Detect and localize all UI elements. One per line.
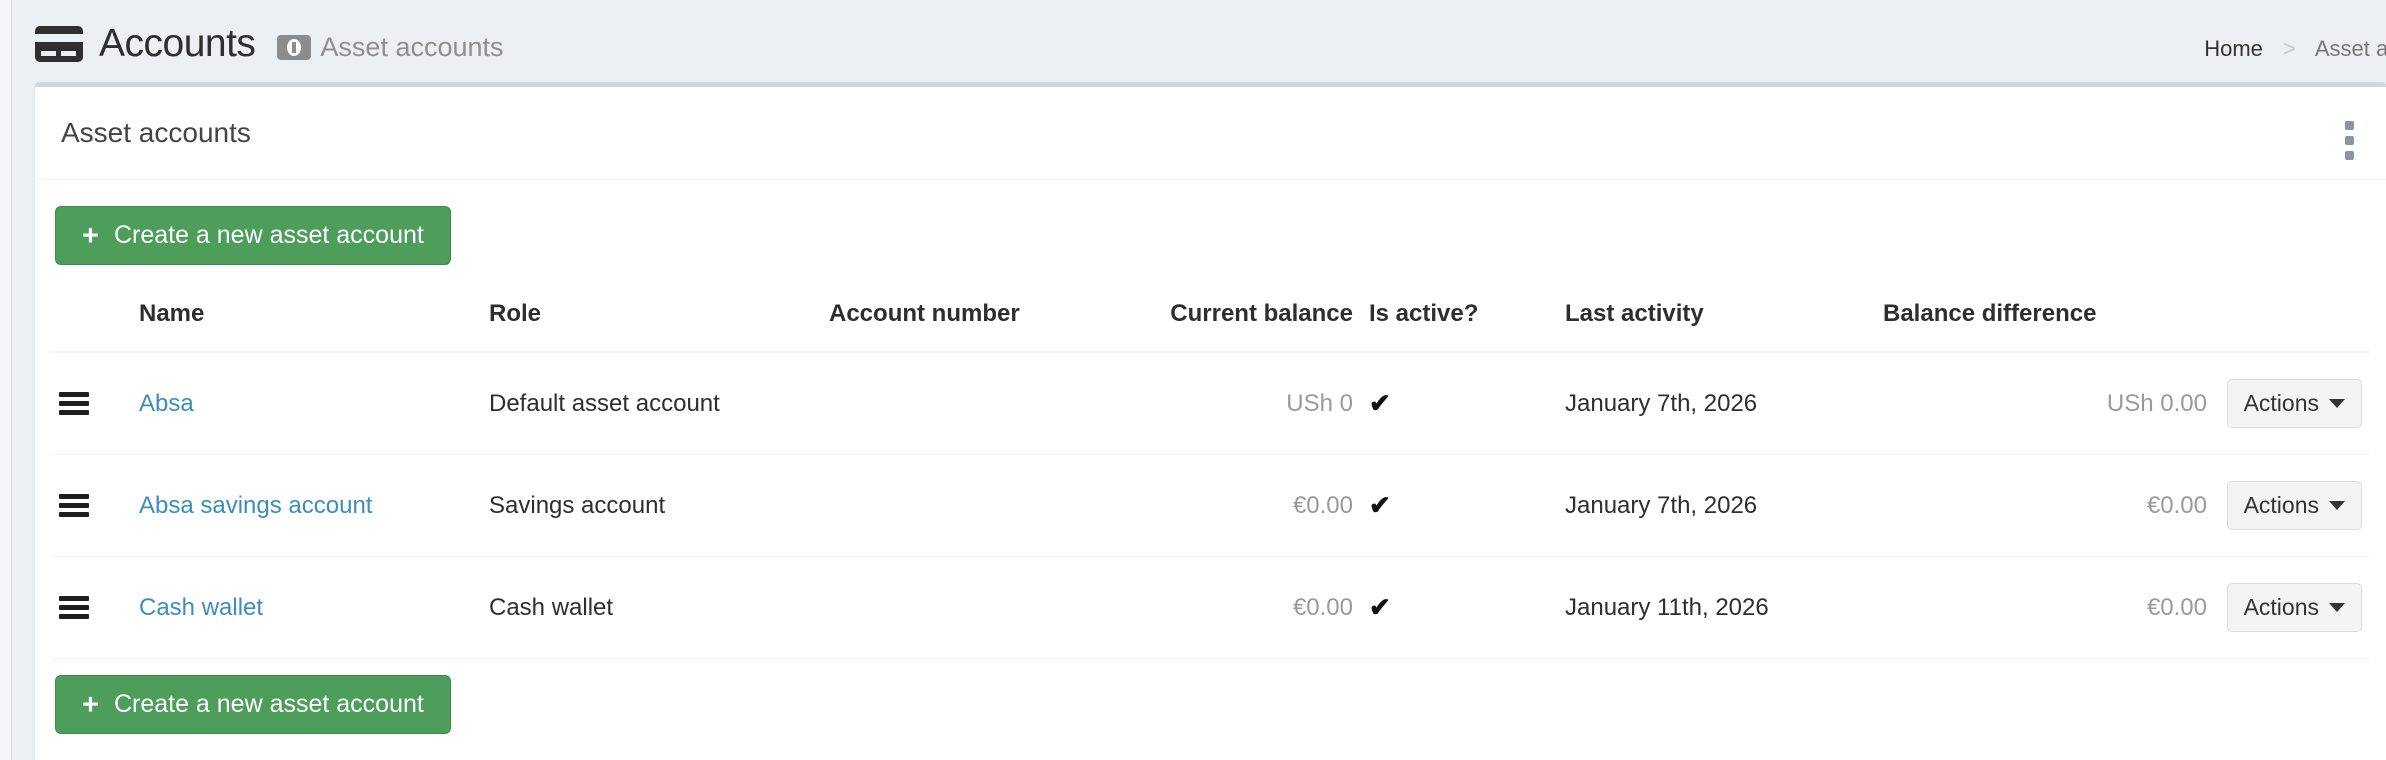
drag-cell <box>51 556 131 659</box>
table-header-row: Name Role Account number Current balance… <box>51 277 2370 353</box>
drag-cell <box>51 454 131 557</box>
column-header-role: Role <box>481 277 821 353</box>
page-title: Accounts <box>99 22 256 65</box>
is-active-cell: ✔ <box>1361 351 1557 455</box>
caret-down-icon <box>2329 501 2345 510</box>
asset-accounts-table: Name Role Account number Current balance… <box>51 277 2370 659</box>
breadcrumb-separator: > <box>2283 36 2296 61</box>
account-name-link[interactable]: Absa <box>139 390 194 417</box>
role-cell: Default asset account <box>481 351 821 455</box>
actions-button[interactable]: Actions <box>2226 379 2362 428</box>
actions-cell: Actions <box>2215 556 2370 659</box>
current-balance-cell: €0.00 <box>1151 454 1361 557</box>
column-header-account-number: Account number <box>821 277 1151 353</box>
name-cell: Absa savings account <box>131 454 481 557</box>
actions-button-label: Actions <box>2243 594 2319 620</box>
card-title: Asset accounts <box>61 117 251 148</box>
account-name-link[interactable]: Cash wallet <box>139 594 263 621</box>
table-row: Absa Default asset account USh 0 ✔ Janua… <box>51 351 2370 455</box>
last-activity-cell: January 11th, 2026 <box>1557 556 1875 659</box>
caret-down-icon <box>2329 399 2345 408</box>
column-header-last-activity: Last activity <box>1557 277 1875 353</box>
check-icon: ✔ <box>1369 490 1391 520</box>
card-header: Asset accounts <box>35 87 2386 180</box>
table-body: Absa Default asset account USh 0 ✔ Janua… <box>51 351 2370 659</box>
plus-icon: + <box>82 219 99 252</box>
current-balance-cell: USh 0 <box>1151 351 1361 455</box>
role-cell: Cash wallet <box>481 556 821 659</box>
last-activity-cell: January 7th, 2026 <box>1557 351 1875 455</box>
asset-accounts-card: Asset accounts + Create a new asset acco… <box>35 82 2386 760</box>
drag-handle-icon[interactable] <box>59 494 89 517</box>
create-asset-account-button-top[interactable]: + Create a new asset account <box>55 206 451 265</box>
actions-button[interactable]: Actions <box>2226 481 2362 530</box>
check-icon: ✔ <box>1369 592 1391 622</box>
create-button-label: Create a new asset account <box>113 690 424 718</box>
account-number-cell <box>821 556 1151 659</box>
drag-handle-icon[interactable] <box>59 392 89 415</box>
money-bill-icon <box>277 34 312 60</box>
column-header-balance-difference: Balance difference <box>1875 277 2215 353</box>
is-active-cell: ✔ <box>1361 454 1557 557</box>
credit-card-icon <box>35 26 83 62</box>
column-header-current-balance: Current balance <box>1151 277 1361 353</box>
name-cell: Absa <box>131 351 481 455</box>
actions-cell: Actions <box>2215 454 2370 557</box>
current-balance-cell: €0.00 <box>1151 556 1361 659</box>
column-header-drag <box>51 277 131 353</box>
breadcrumb-home-link[interactable]: Home <box>2204 36 2263 61</box>
account-number-cell <box>821 351 1151 455</box>
vertical-ellipsis-icon[interactable] <box>2345 121 2354 160</box>
table-row: Absa savings account Savings account €0.… <box>51 454 2370 557</box>
breadcrumb-current: Asset accounts <box>2314 36 2386 61</box>
plus-icon: + <box>82 688 99 721</box>
account-number-cell <box>821 454 1151 557</box>
column-header-is-active: Is active? <box>1361 277 1557 353</box>
create-asset-account-button-bottom[interactable]: + Create a new asset account <box>55 675 451 734</box>
table-row: Cash wallet Cash wallet €0.00 ✔ January … <box>51 556 2370 659</box>
actions-button-label: Actions <box>2243 492 2319 518</box>
page-header: Accounts Asset accounts Home > Asset acc… <box>35 0 2386 82</box>
check-icon: ✔ <box>1369 388 1391 418</box>
balance-difference-cell: USh 0.00 <box>1875 351 2215 455</box>
column-header-name: Name <box>131 277 481 353</box>
actions-button[interactable]: Actions <box>2226 583 2362 632</box>
balance-difference-cell: €0.00 <box>1875 454 2215 557</box>
drag-cell <box>51 351 131 455</box>
collapsed-sidebar-strip <box>0 0 12 760</box>
name-cell: Cash wallet <box>131 556 481 659</box>
content-wrapper: Accounts Asset accounts Home > Asset acc… <box>13 0 2386 760</box>
breadcrumb: Home > Asset accounts <box>2204 36 2386 62</box>
drag-handle-icon[interactable] <box>59 596 89 619</box>
last-activity-cell: January 7th, 2026 <box>1557 454 1875 557</box>
caret-down-icon <box>2329 603 2345 612</box>
account-name-link[interactable]: Absa savings account <box>139 492 372 519</box>
role-cell: Savings account <box>481 454 821 557</box>
actions-cell: Actions <box>2215 351 2370 455</box>
card-body: + Create a new asset account Name Role A… <box>35 180 2386 760</box>
column-header-actions <box>2215 277 2370 353</box>
is-active-cell: ✔ <box>1361 556 1557 659</box>
actions-button-label: Actions <box>2243 390 2319 416</box>
page-subtitle: Asset accounts <box>320 31 504 62</box>
create-button-label: Create a new asset account <box>113 221 424 249</box>
balance-difference-cell: €0.00 <box>1875 556 2215 659</box>
